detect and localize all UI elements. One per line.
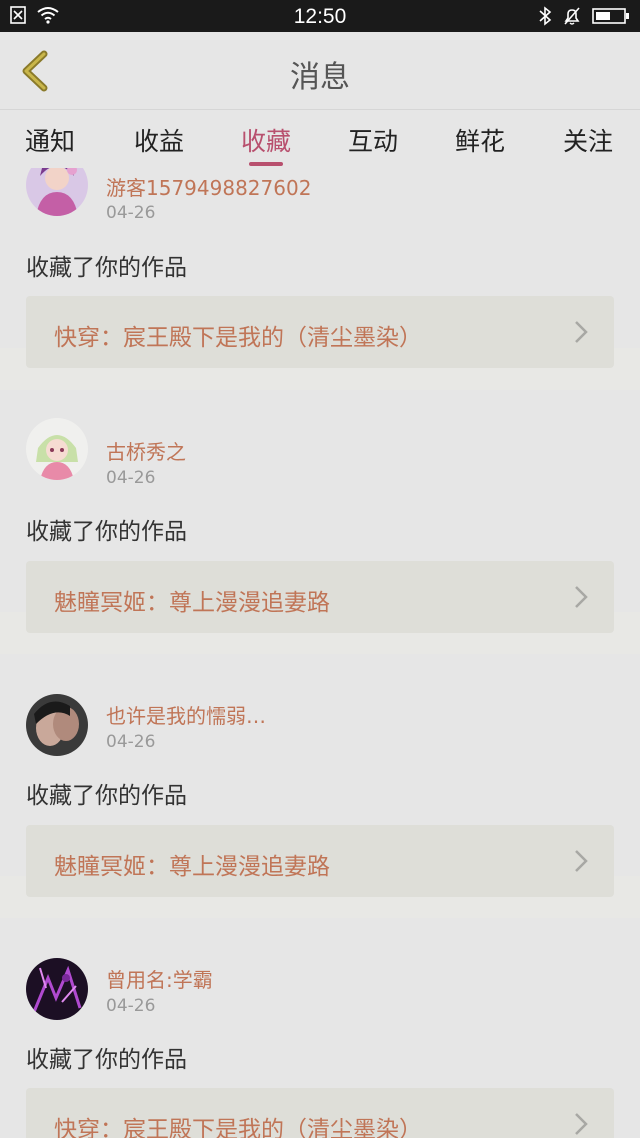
action-text: 收藏了你的作品 xyxy=(26,519,187,545)
tab-favorites[interactable]: 收藏 xyxy=(216,122,316,166)
mute-bell-icon xyxy=(564,7,580,25)
action-text: 收藏了你的作品 xyxy=(26,783,187,809)
tab-interactions[interactable]: 互动 xyxy=(323,122,423,158)
work-link[interactable]: 快穿：宸王殿下是我的（清尘墨染） xyxy=(26,296,614,368)
tab-label: 收藏 xyxy=(240,127,291,156)
action-text: 收藏了你的作品 xyxy=(26,1047,187,1073)
active-tab-indicator xyxy=(249,162,283,166)
username[interactable]: 曾用名:学霸 xyxy=(106,964,213,993)
chevron-right-icon xyxy=(575,586,588,608)
bluetooth-icon xyxy=(539,6,552,26)
tab-bar: 通知 收益 收藏 互动 鲜花 关注 xyxy=(0,110,640,168)
date: 04-26 xyxy=(106,203,156,223)
list-item: 游客1579498827602 04-26 收藏了你的作品 快穿：宸王殿下是我的… xyxy=(0,168,640,368)
tab-label: 通知 xyxy=(24,127,75,156)
avatar[interactable] xyxy=(26,958,88,1020)
date: 04-26 xyxy=(106,732,156,752)
status-right-icons xyxy=(538,6,630,26)
chevron-right-icon xyxy=(575,321,588,343)
list-item: 古桥秀之 04-26 收藏了你的作品 魅瞳冥姬：尊上漫漫追妻路 xyxy=(0,390,640,633)
avatar[interactable] xyxy=(26,694,88,756)
tab-earnings[interactable]: 收益 xyxy=(109,122,209,158)
username[interactable]: 古桥秀之 xyxy=(106,436,186,465)
avatar[interactable] xyxy=(26,168,88,216)
date: 04-26 xyxy=(106,468,156,488)
username[interactable]: 也许是我的懦弱… xyxy=(106,700,266,729)
navigation-bar: 消息 xyxy=(0,32,640,110)
tab-label: 收益 xyxy=(133,127,184,156)
username[interactable]: 游客1579498827602 xyxy=(106,172,311,201)
work-link[interactable]: 魅瞳冥姬：尊上漫漫追妻路 xyxy=(26,825,614,897)
work-title: 魅瞳冥姬：尊上漫漫追妻路 xyxy=(54,854,330,880)
message-list: 游客1579498827602 04-26 收藏了你的作品 快穿：宸王殿下是我的… xyxy=(0,168,640,1138)
work-link[interactable]: 快穿：宸王殿下是我的（清尘墨染） xyxy=(26,1088,614,1138)
work-link[interactable]: 魅瞳冥姬：尊上漫漫追妻路 xyxy=(26,561,614,633)
battery-icon xyxy=(592,8,629,24)
tab-label: 关注 xyxy=(562,127,613,156)
date: 04-26 xyxy=(106,996,156,1016)
tab-label: 互动 xyxy=(347,127,398,156)
status-bar: 12:50 xyxy=(0,0,640,32)
chevron-right-icon xyxy=(575,850,588,872)
chevron-right-icon xyxy=(575,1113,588,1135)
list-item: 曾用名:学霸 04-26 收藏了你的作品 快穿：宸王殿下是我的（清尘墨染） xyxy=(0,918,640,1138)
action-text: 收藏了你的作品 xyxy=(26,255,187,281)
tab-notifications[interactable]: 通知 xyxy=(0,122,100,158)
work-title: 快穿：宸王殿下是我的（清尘墨染） xyxy=(54,325,422,351)
work-title: 快穿：宸王殿下是我的（清尘墨染） xyxy=(54,1117,422,1138)
tab-flowers[interactable]: 鲜花 xyxy=(430,122,530,158)
list-item: 也许是我的懦弱… 04-26 收藏了你的作品 魅瞳冥姬：尊上漫漫追妻路 xyxy=(0,654,640,897)
page-title: 消息 xyxy=(290,60,350,95)
tab-follows[interactable]: 关注 xyxy=(538,122,638,158)
work-title: 魅瞳冥姬：尊上漫漫追妻路 xyxy=(54,590,330,616)
tab-label: 鲜花 xyxy=(454,127,505,156)
avatar[interactable] xyxy=(26,418,88,480)
